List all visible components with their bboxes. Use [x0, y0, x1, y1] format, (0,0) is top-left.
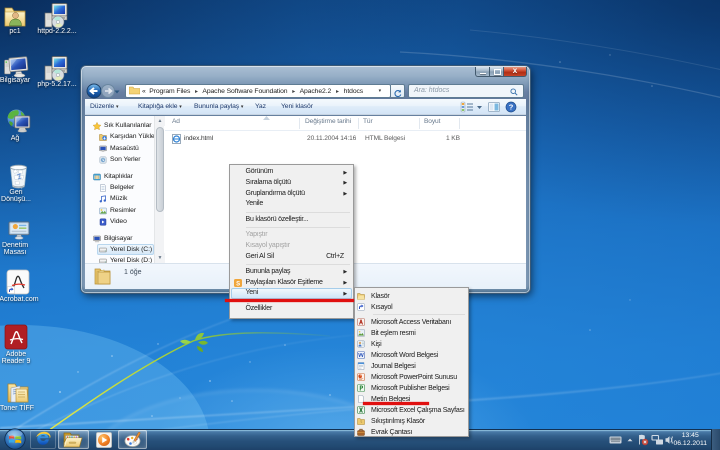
svg-text:S: S — [236, 282, 240, 288]
svg-text:?: ? — [509, 103, 514, 112]
